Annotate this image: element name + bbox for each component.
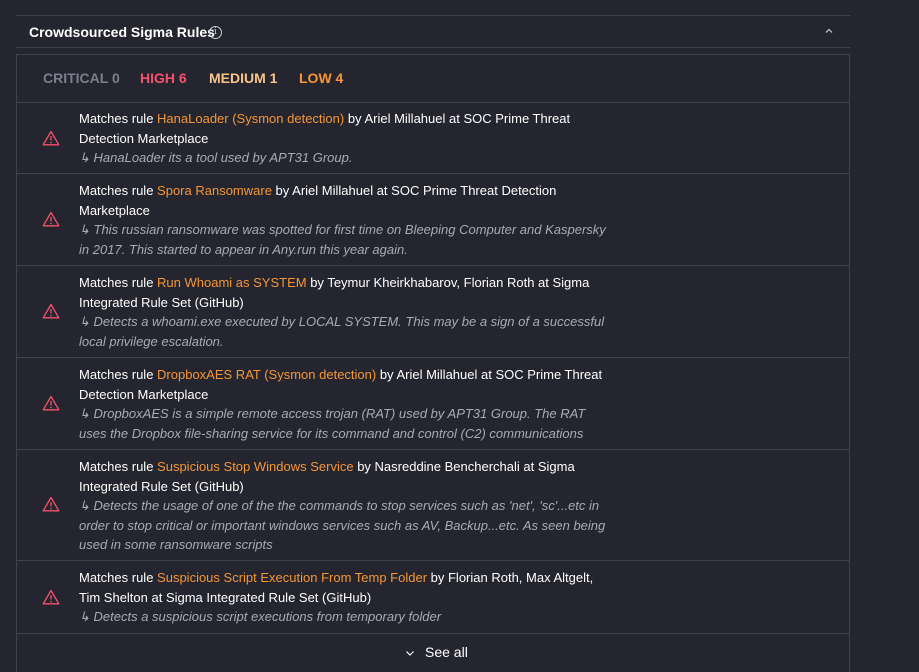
rule-description: ↳ Detects a suspicious script executions… bbox=[79, 609, 442, 624]
rule-description: ↳ Detects a whoami.exe executed by LOCAL… bbox=[79, 314, 605, 349]
see-all-button[interactable]: See all bbox=[17, 634, 849, 672]
chevron-up-icon[interactable] bbox=[824, 26, 834, 36]
warning-icon bbox=[42, 211, 60, 227]
rule-name-link[interactable]: Run Whoami as SYSTEM bbox=[157, 275, 307, 290]
rule-description: ↳ Detects the usage of one of the the co… bbox=[79, 498, 606, 552]
rule-item: Matches rule Suspicious Script Execution… bbox=[17, 561, 849, 634]
rule-name-link[interactable]: Suspicious Stop Windows Service bbox=[157, 459, 354, 474]
rules-panel: CRITICAL 0 HIGH 6 MEDIUM 1 LOW 4 Matches… bbox=[16, 54, 850, 672]
rule-title: Matches rule Run Whoami as SYSTEM by Tey… bbox=[79, 273, 609, 312]
see-all-label[interactable]: See all bbox=[425, 644, 468, 660]
sigma-rules-section: Crowdsourced Sigma Rules i CRITICAL 0 HI… bbox=[0, 0, 919, 672]
section-header[interactable]: Crowdsourced Sigma Rules i bbox=[16, 15, 850, 48]
rule-description: ↳ This russian ransomware was spotted fo… bbox=[79, 222, 606, 257]
see-all-content[interactable]: See all bbox=[405, 644, 468, 660]
warning-icon bbox=[42, 496, 60, 512]
warning-icon bbox=[42, 395, 60, 411]
rule-prefix: Matches rule bbox=[79, 367, 158, 382]
severity-counts: CRITICAL 0 HIGH 6 MEDIUM 1 LOW 4 bbox=[17, 55, 849, 103]
section-title: Crowdsourced Sigma Rules bbox=[29, 24, 215, 40]
rule-name-link[interactable]: Spora Ransomware bbox=[157, 183, 272, 198]
rule-prefix: Matches rule bbox=[79, 459, 158, 474]
rule-description: ↳ HanaLoader its a tool used by APT31 Gr… bbox=[79, 150, 353, 165]
count-low[interactable]: LOW 4 bbox=[299, 70, 343, 86]
rule-text: Matches rule DropboxAES RAT (Sysmon dete… bbox=[79, 365, 609, 443]
rule-item: Matches rule Suspicious Stop Windows Ser… bbox=[17, 450, 849, 561]
rule-text: Matches rule Run Whoami as SYSTEM by Tey… bbox=[79, 273, 609, 351]
rule-title: Matches rule Spora Ransomware by Ariel M… bbox=[79, 181, 609, 220]
rule-prefix: Matches rule bbox=[79, 570, 158, 585]
rule-text: Matches rule Suspicious Script Execution… bbox=[79, 568, 609, 627]
rule-text: Matches rule Suspicious Stop Windows Ser… bbox=[79, 457, 609, 555]
count-medium[interactable]: MEDIUM 1 bbox=[209, 70, 277, 86]
rule-description: ↳ DropboxAES is a simple remote access t… bbox=[79, 406, 586, 441]
rule-title: Matches rule Suspicious Stop Windows Ser… bbox=[79, 457, 609, 496]
rule-item: Matches rule DropboxAES RAT (Sysmon dete… bbox=[17, 358, 849, 450]
rule-name-link[interactable]: Suspicious Script Execution From Temp Fo… bbox=[157, 570, 427, 585]
count-high[interactable]: HIGH 6 bbox=[140, 70, 187, 86]
rule-item: Matches rule Spora Ransomware by Ariel M… bbox=[17, 174, 849, 266]
warning-icon bbox=[42, 589, 60, 605]
rule-name-link[interactable]: HanaLoader (Sysmon detection) bbox=[157, 111, 344, 126]
rule-item: Matches rule HanaLoader (Sysmon detectio… bbox=[17, 102, 849, 174]
rule-text: Matches rule HanaLoader (Sysmon detectio… bbox=[79, 109, 609, 168]
rule-prefix: Matches rule bbox=[79, 183, 158, 198]
rule-item: Matches rule Run Whoami as SYSTEM by Tey… bbox=[17, 266, 849, 358]
rule-prefix: Matches rule bbox=[79, 275, 158, 290]
rule-prefix: Matches rule bbox=[79, 111, 158, 126]
rule-title: Matches rule Suspicious Script Execution… bbox=[79, 568, 609, 607]
rule-title: Matches rule HanaLoader (Sysmon detectio… bbox=[79, 109, 609, 148]
rule-name-link[interactable]: DropboxAES RAT (Sysmon detection) bbox=[157, 367, 376, 382]
info-icon[interactable]: i bbox=[209, 26, 222, 39]
rule-title: Matches rule DropboxAES RAT (Sysmon dete… bbox=[79, 365, 609, 404]
warning-icon bbox=[42, 303, 60, 319]
chevron-down-icon bbox=[406, 651, 414, 657]
rule-text: Matches rule Spora Ransomware by Ariel M… bbox=[79, 181, 609, 259]
count-critical[interactable]: CRITICAL 0 bbox=[43, 70, 120, 86]
warning-icon bbox=[42, 130, 60, 146]
